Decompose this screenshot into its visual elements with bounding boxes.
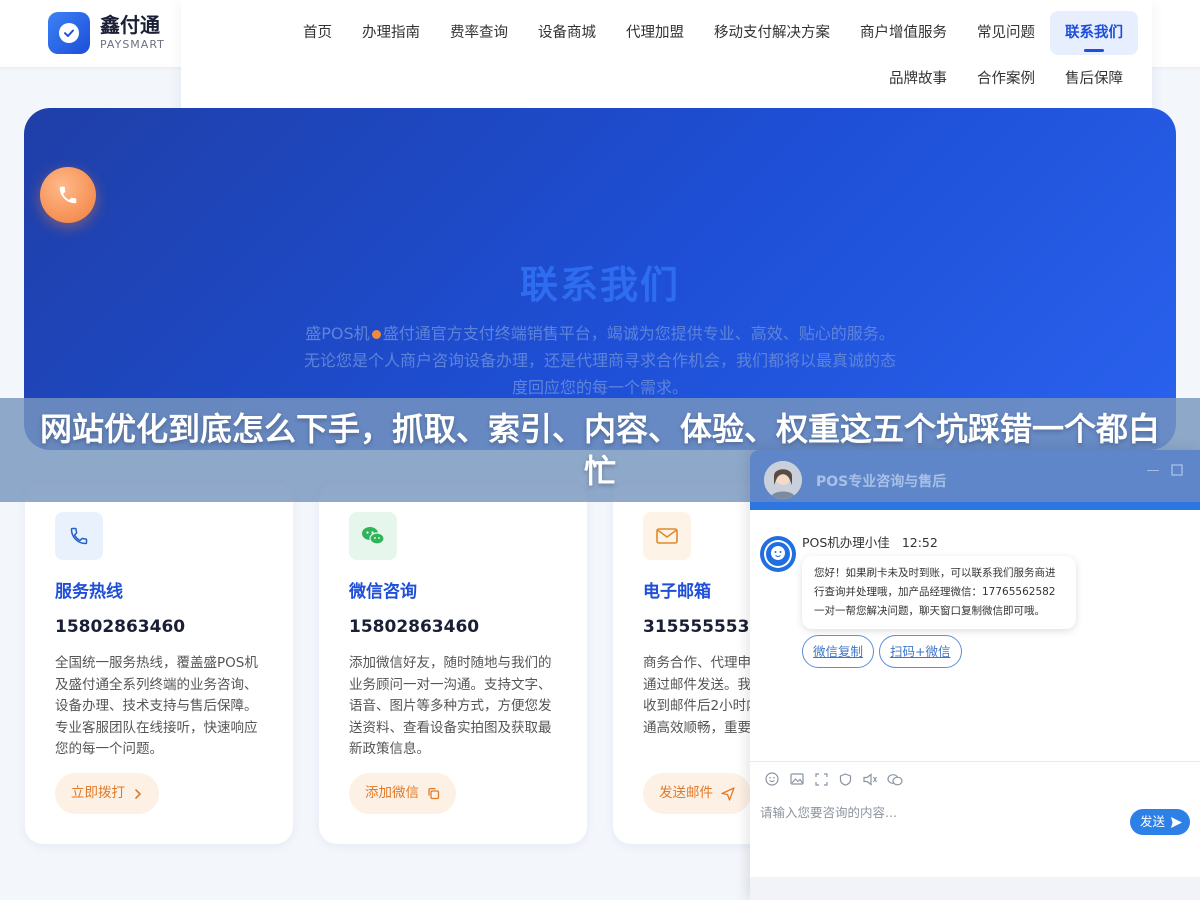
chat-widget: POS专业咨询与售后 — POS机办理小佳 12:52 您好！如果刷卡未及时到账，… (750, 450, 1200, 900)
emoji-icon[interactable] (760, 769, 785, 789)
call-now-button[interactable]: 立即拨打 (55, 773, 159, 814)
send-email-button[interactable]: 发送邮件 (643, 773, 751, 814)
message-bubble: 您好！如果刷卡未及时到账，可以联系我们服务商进行查询并处理哦，加产品经理微信：1… (802, 556, 1076, 629)
rate-icon[interactable] (834, 769, 859, 789)
nav-merchant-services[interactable]: 商户增值服务 (845, 11, 962, 55)
chat-footer (750, 877, 1200, 900)
button-label: 发送邮件 (659, 785, 713, 801)
copy-icon (428, 787, 440, 800)
add-wechat-button[interactable]: 添加微信 (349, 773, 456, 814)
chat-record-icon[interactable] (883, 769, 908, 789)
chat-header: POS专业咨询与售后 — (750, 450, 1200, 510)
nav-faq[interactable]: 常见问题 (962, 11, 1050, 55)
logo[interactable]: 鑫付通 PAYSMART (48, 12, 165, 54)
chevron-right-icon (135, 788, 142, 799)
contact-card-hotline: 服务热线 15802863460 全国统一服务热线，覆盖盛POS机及盛付通全系列… (25, 483, 293, 844)
card-title: 电子邮箱 (643, 582, 711, 602)
message-meta: POS机办理小佳 12:52 (802, 532, 938, 551)
message-actions: 微信复制 扫码+微信 (802, 635, 967, 668)
card-value[interactable]: 3155555535 (643, 617, 761, 637)
card-title: 微信咨询 (349, 582, 417, 602)
chat-divider (750, 761, 1200, 762)
maximize-icon[interactable] (1170, 464, 1184, 478)
button-label: 添加微信 (365, 785, 419, 801)
chat-header-accent (750, 502, 1200, 510)
wechat-icon (349, 512, 397, 560)
send-icon (1171, 816, 1183, 828)
nav-panel: 首页 办理指南 费率查询 设备商城 代理加盟 移动支付解决方案 商户增值服务 常… (181, 0, 1152, 125)
screenshot-icon[interactable] (809, 769, 834, 789)
nav-row-secondary: 品牌故事 合作案例 售后保障 (874, 57, 1138, 101)
hero-desc-prefix: 盛POS机 (305, 324, 370, 343)
floating-call-button[interactable] (40, 167, 96, 223)
agent-name: POS机办理小佳 (802, 535, 890, 550)
hero-dot-icon (371, 330, 381, 339)
nav-cases[interactable]: 合作案例 (962, 57, 1050, 101)
minimize-icon[interactable]: — (1146, 464, 1160, 478)
agent-avatar (764, 461, 802, 499)
nav-home[interactable]: 首页 (288, 11, 347, 55)
card-value[interactable]: 15802863460 (349, 617, 479, 637)
chat-title: POS专业咨询与售后 (816, 474, 947, 490)
nav-agent[interactable]: 代理加盟 (611, 11, 699, 55)
phone-icon (59, 186, 77, 204)
logo-badge-icon (48, 12, 90, 54)
button-label: 立即拨打 (71, 785, 125, 801)
agent-message-avatar (760, 536, 796, 572)
nav-rates[interactable]: 费率查询 (435, 11, 523, 55)
nav-brand-story[interactable]: 品牌故事 (874, 57, 962, 101)
card-value[interactable]: 15802863460 (55, 617, 185, 637)
chat-input[interactable]: 请输入您要咨询的内容... (760, 802, 897, 821)
send-icon (721, 786, 735, 801)
hero-title: 联系我们 (519, 263, 680, 307)
nav-store[interactable]: 设备商城 (523, 11, 611, 55)
card-title: 服务热线 (55, 582, 123, 602)
hero-description: 盛POS机 盛付通官方支付终端销售平台，竭诚为您提供专业、高效、贴心的服务。 无论… (302, 320, 898, 401)
mail-icon (643, 512, 691, 560)
copy-wechat-button[interactable]: 微信复制 (802, 635, 875, 668)
nav-mobile-pay[interactable]: 移动支付解决方案 (699, 11, 845, 55)
message-time: 12:52 (901, 535, 938, 550)
send-label: 发送 (1140, 814, 1166, 829)
logo-subtitle: PAYSMART (100, 38, 165, 51)
card-description: 添加微信好友，随时随地与我们的业务顾问一对一沟通。支持文字、语音、图片等多种方式… (349, 655, 552, 757)
nav-contact[interactable]: 联系我们 (1050, 11, 1138, 55)
nav-after-sales[interactable]: 售后保障 (1050, 57, 1138, 101)
chat-toolbar (760, 769, 907, 789)
nav-row-primary: 首页 办理指南 费率查询 设备商城 代理加盟 移动支付解决方案 商户增值服务 常… (288, 11, 1138, 55)
send-button[interactable]: 发送 (1130, 809, 1190, 835)
scan-wechat-button[interactable]: 扫码+微信 (879, 635, 962, 668)
contact-card-wechat: 微信咨询 15802863460 添加微信好友，随时随地与我们的业务顾问一对一沟… (319, 483, 587, 844)
hero-desc-text: 盛付通官方支付终端销售平台，竭诚为您提供专业、高效、贴心的服务。 无论您是个人商… (303, 324, 896, 397)
logo-name: 鑫付通 (100, 13, 160, 37)
phone-icon (55, 512, 103, 560)
image-icon[interactable] (785, 769, 810, 789)
sound-icon[interactable] (858, 769, 883, 789)
nav-guide[interactable]: 办理指南 (347, 11, 435, 55)
card-description: 全国统一服务热线，覆盖盛POS机及盛付通全系列终端的业务咨询、设备办理、技术支持… (55, 655, 258, 757)
